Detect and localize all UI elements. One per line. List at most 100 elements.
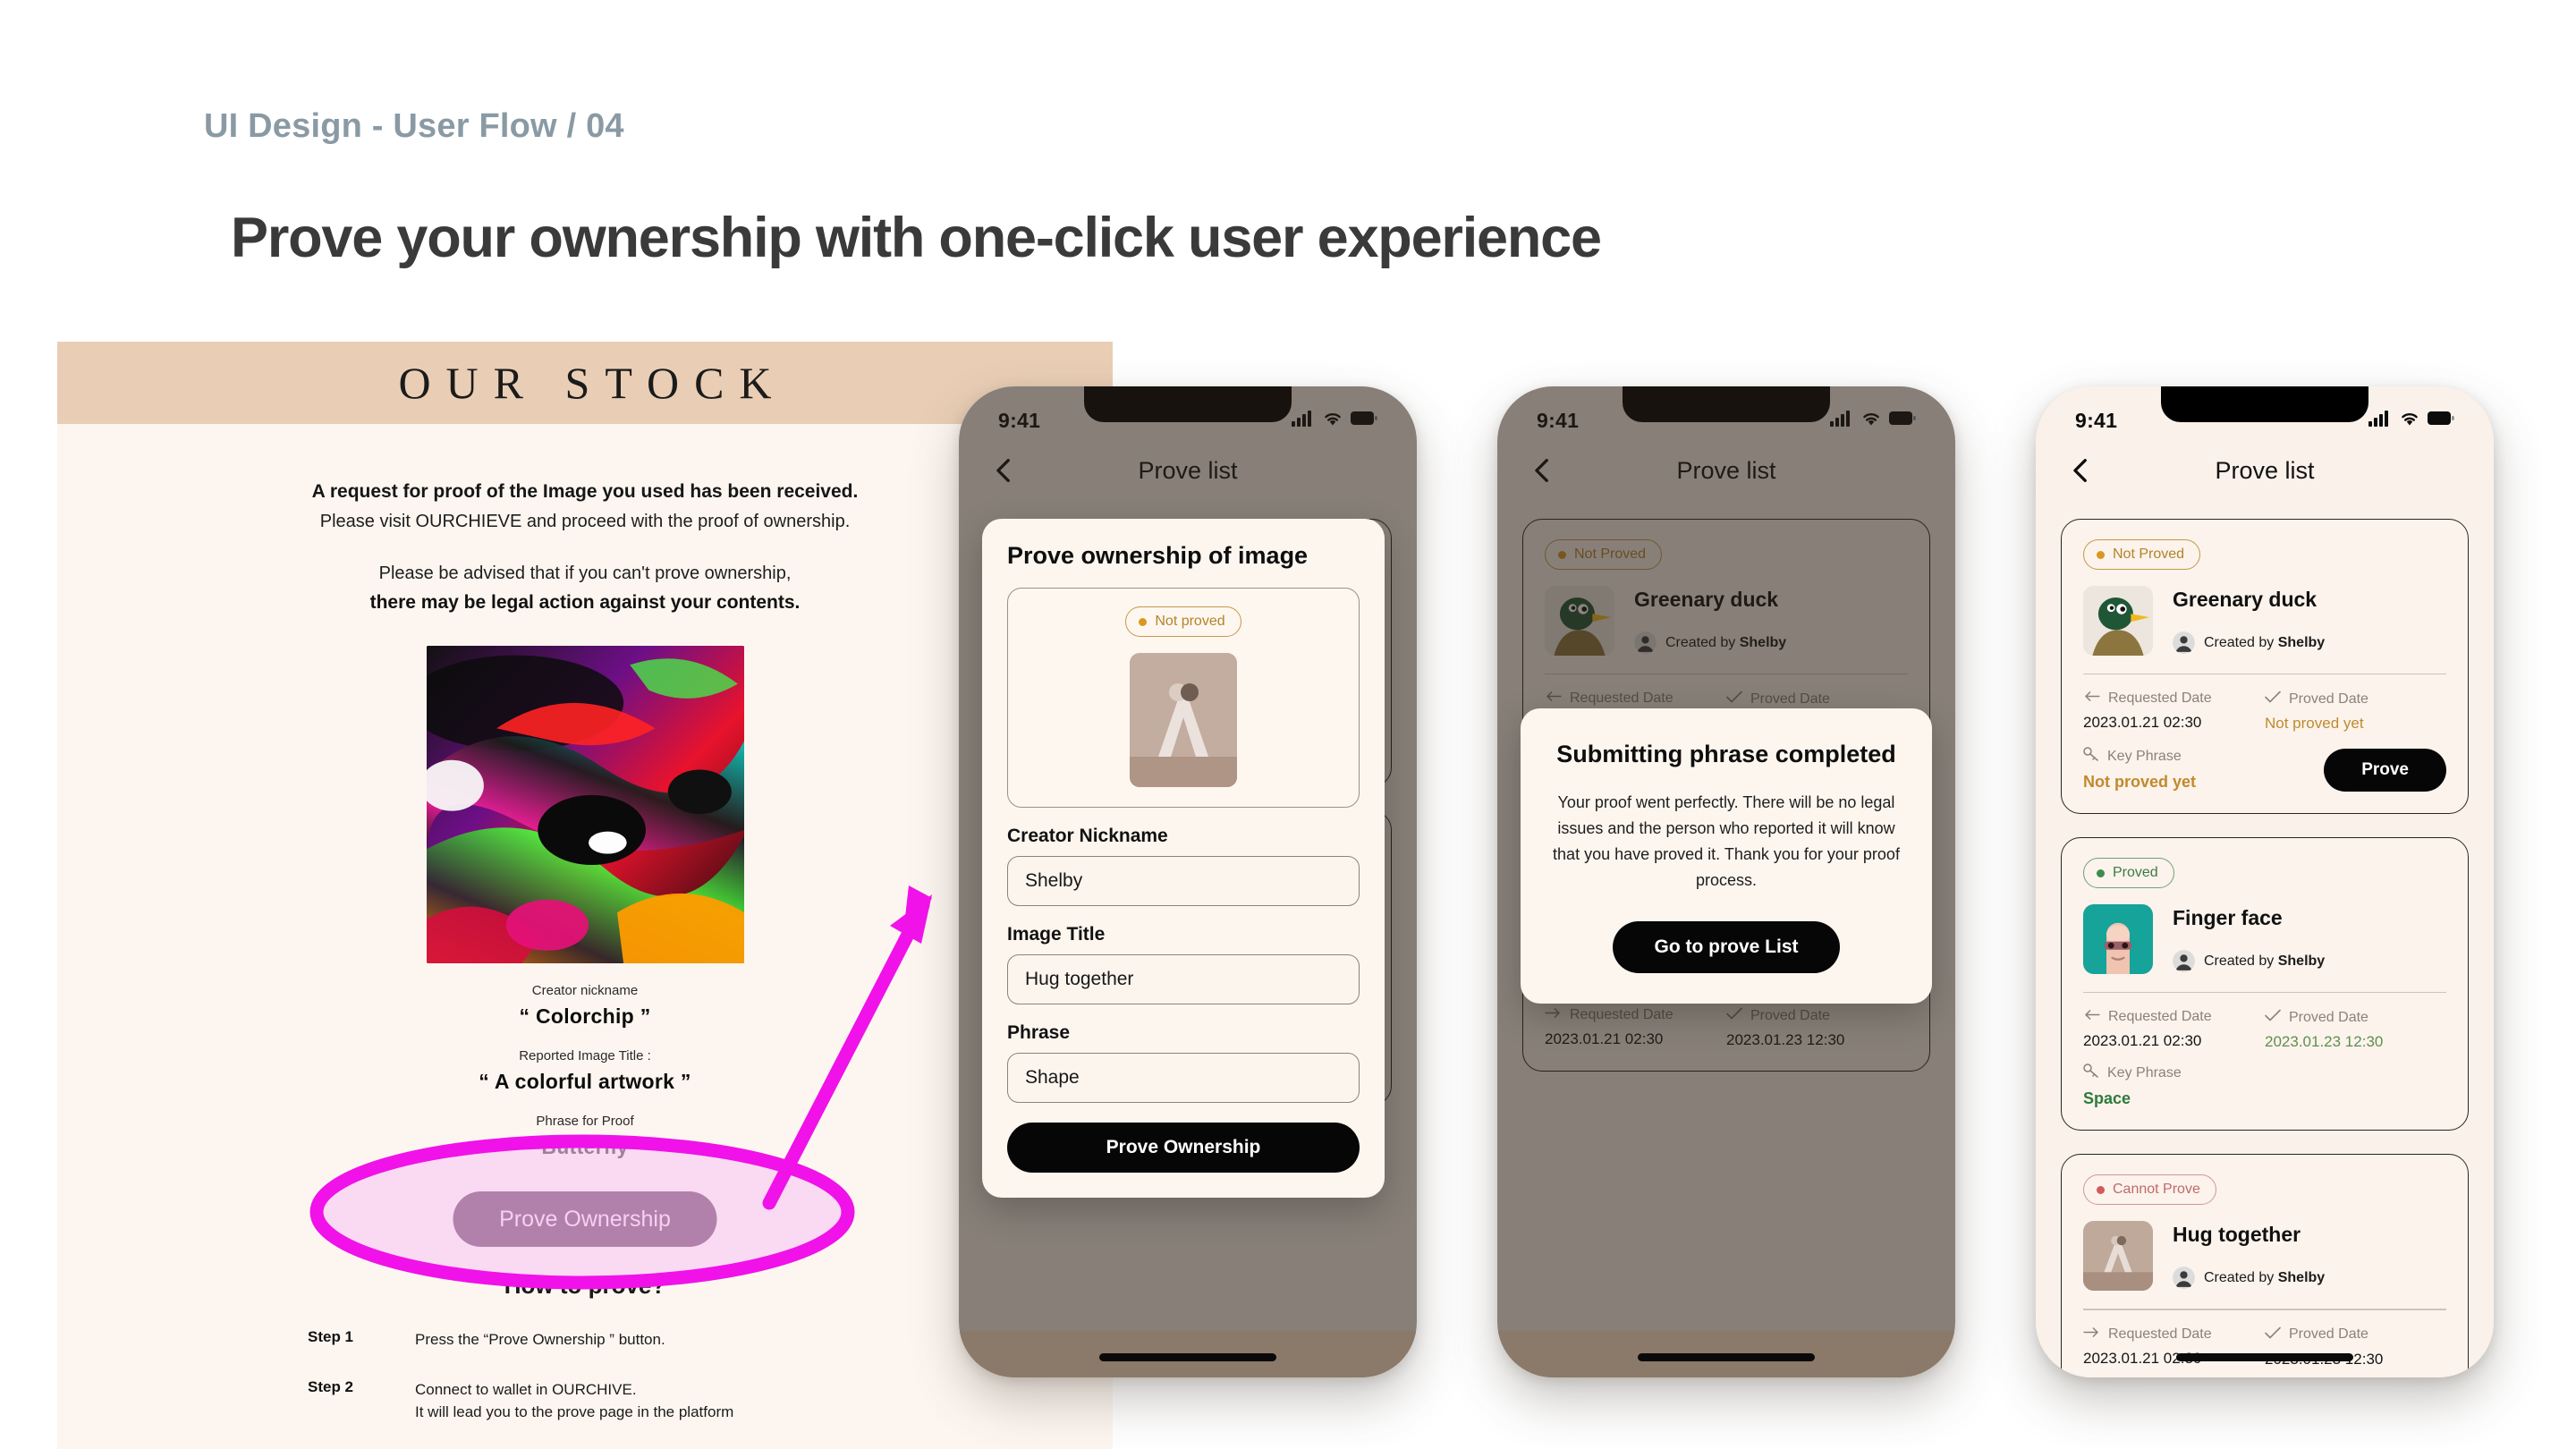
creator-label: Created by Shelby [2204, 953, 2326, 969]
reported-artwork-image [426, 646, 744, 964]
step-key: Step 2 [308, 1377, 354, 1395]
how-to-prove-title: How to prove? [504, 1272, 666, 1300]
key-icon [2083, 747, 2099, 766]
list-item[interactable]: Not Proved Greenary duck Created [2061, 519, 2469, 815]
phrase-label: Phrase for Proof [536, 1114, 634, 1130]
check-icon [2265, 1009, 2281, 1026]
check-icon [2265, 691, 2281, 708]
card-title: Finger face [2173, 906, 2283, 930]
battery-icon [2428, 411, 2454, 429]
email-warning-line2: there may be legal action against your c… [369, 591, 801, 613]
status-badge: Not Proved [2083, 539, 2201, 570]
status-bar: 9:41 [2036, 386, 2494, 442]
go-to-prove-list-button[interactable]: Go to prove List [1613, 920, 1840, 973]
creator-name: Shelby [2277, 953, 2326, 969]
status-time: 9:41 [2075, 408, 2118, 432]
phrase-value: “ Butterfly ” [524, 1135, 646, 1159]
thumbnail-duck [2083, 586, 2153, 656]
email-body: A request for proof of the Image you use… [57, 424, 1113, 1449]
creator-name: Shelby [2277, 634, 2326, 650]
requested-date-label: Requested Date [2108, 1326, 2212, 1342]
step-text: Press the “Prove Ownership ” button. [415, 1331, 665, 1349]
status-badge: Proved [2083, 858, 2174, 889]
key-phrase-label: Key Phrase [2107, 748, 2182, 764]
avatar [2173, 950, 2195, 973]
back-button[interactable] [2066, 455, 2097, 486]
creator-label: Created by Shelby [2204, 1269, 2326, 1285]
phone-mockup-1: 9:41 Prove list [959, 386, 1417, 1377]
step-key: Step 1 [308, 1328, 354, 1346]
reported-title-label: Reported Image Title : [519, 1048, 651, 1064]
home-indicator [2176, 1353, 2353, 1361]
email-lead: Please visit OURCHIEVE and proceed with … [319, 511, 851, 531]
avatar [2173, 631, 2195, 654]
card-title: Greenary duck [2173, 588, 2318, 611]
prove-ownership-button[interactable]: Prove Ownership [453, 1191, 717, 1248]
prove-button[interactable]: Prove [2324, 749, 2446, 792]
phone-mockup-2: 9:41 Prove list [1497, 386, 1955, 1377]
phrase-label: Phrase [1007, 1022, 1071, 1043]
thumbnail-finger-face [2083, 904, 2153, 975]
email-header: OUR STOCK [57, 342, 1113, 424]
reported-title-value: “ A colorful artwork ” [479, 1070, 691, 1094]
key-icon [2083, 1063, 2099, 1082]
creator-nickname-label: Creator Nickname [1007, 826, 1168, 846]
creator-nickname-value: “ Colorchip ” [519, 1004, 651, 1029]
nav-bar: Prove list [2036, 442, 2494, 499]
requested-date-value: 2023.01.21 02:30 [2083, 714, 2202, 732]
thumbnail-dancers [2083, 1221, 2153, 1292]
key-phrase-value: Not proved yet [2083, 773, 2197, 792]
phone3-screen: 9:41 Prove list Not Proved Greenary duck… [2036, 386, 2494, 1377]
list-item[interactable]: Proved Finger face Created by Shelby Req… [2061, 837, 2469, 1131]
proved-date-value: 2023.01.23 12:30 [2265, 1033, 2384, 1051]
key-phrase-value: Space [2083, 1089, 2131, 1108]
wifi-icon [2400, 411, 2419, 430]
arrow-right-icon [2083, 1326, 2100, 1343]
phone3-prove-list: Not Proved Greenary duck Created by Shel… [2036, 499, 2494, 1377]
brand-logo: OUR STOCK [398, 358, 787, 408]
steps-list: Step 1 Press the “Prove Ownership ” butt… [308, 1328, 1032, 1449]
email-mockup-panel: OUR STOCK A request for proof of the Ima… [57, 342, 1113, 1449]
image-title-label: Image Title [1007, 924, 1106, 945]
submit-prove-ownership-button[interactable]: Prove Ownership [1007, 1123, 1360, 1173]
arrow-left-icon [2083, 1009, 2100, 1025]
proved-date-value: Not proved yet [2265, 715, 2364, 733]
notch [2161, 386, 2368, 422]
image-preview-box: Not proved [1007, 588, 1360, 808]
creator-label: Created by Shelby [2204, 634, 2326, 650]
list-item[interactable]: Cannot Prove Hug together Created [2061, 1154, 2469, 1377]
status-badge: Cannot Prove [2083, 1174, 2216, 1206]
phone-mockup-3: 9:41 Prove list Not Proved Greenary duck… [2036, 386, 2494, 1377]
dialog-body: Your proof went perfectly. There will be… [1553, 793, 1900, 890]
proved-date-label: Proved Date [2289, 1326, 2368, 1343]
list-item: Step 2 Connect to wallet in OURCHIVE. It… [308, 1378, 1032, 1424]
creator-nickname-input[interactable] [1007, 856, 1360, 906]
avatar [2173, 1267, 2195, 1290]
preview-thumbnail-dancers [1130, 653, 1237, 787]
status-badge: Not proved [1125, 606, 1241, 637]
cellular-signal-icon [2368, 410, 2392, 431]
requested-date-label: Requested Date [2108, 1009, 2212, 1025]
prove-ownership-sheet: Prove ownership of image Not proved Crea… [982, 519, 1385, 1198]
phone2-screen: 9:41 Prove list [1497, 386, 1955, 1377]
check-icon [2265, 1326, 2281, 1343]
creator-name: Shelby [2277, 1269, 2326, 1285]
page-title: Prove your ownership with one-click user… [231, 207, 1602, 269]
proved-date-label: Proved Date [2289, 691, 2368, 707]
requested-date-label: Requested Date [2108, 691, 2212, 707]
home-indicator [1099, 1353, 1276, 1361]
sheet-title: Prove ownership of image [1007, 542, 1309, 569]
home-indicator [1638, 1353, 1815, 1361]
list-item: Step 1 Press the “Prove Ownership ” butt… [308, 1328, 1032, 1352]
step-text: Connect to wallet in OURCHIVE. It will l… [415, 1380, 734, 1421]
email-warning-line1: Please be advised that if you can't prov… [378, 563, 792, 583]
email-lead-strong: A request for proof of the Image you use… [311, 481, 859, 502]
dialog-title: Submitting phrase completed [1556, 741, 1896, 767]
arrow-left-icon [2083, 691, 2100, 707]
completion-dialog: Submitting phrase completed Your proof w… [1521, 708, 1932, 1004]
phrase-input[interactable] [1007, 1053, 1360, 1103]
card-title: Hug together [2173, 1223, 2301, 1247]
slide-eyebrow: UI Design - User Flow / 04 [204, 107, 624, 145]
proved-date-label: Proved Date [2289, 1009, 2368, 1025]
image-title-input[interactable] [1007, 954, 1360, 1004]
